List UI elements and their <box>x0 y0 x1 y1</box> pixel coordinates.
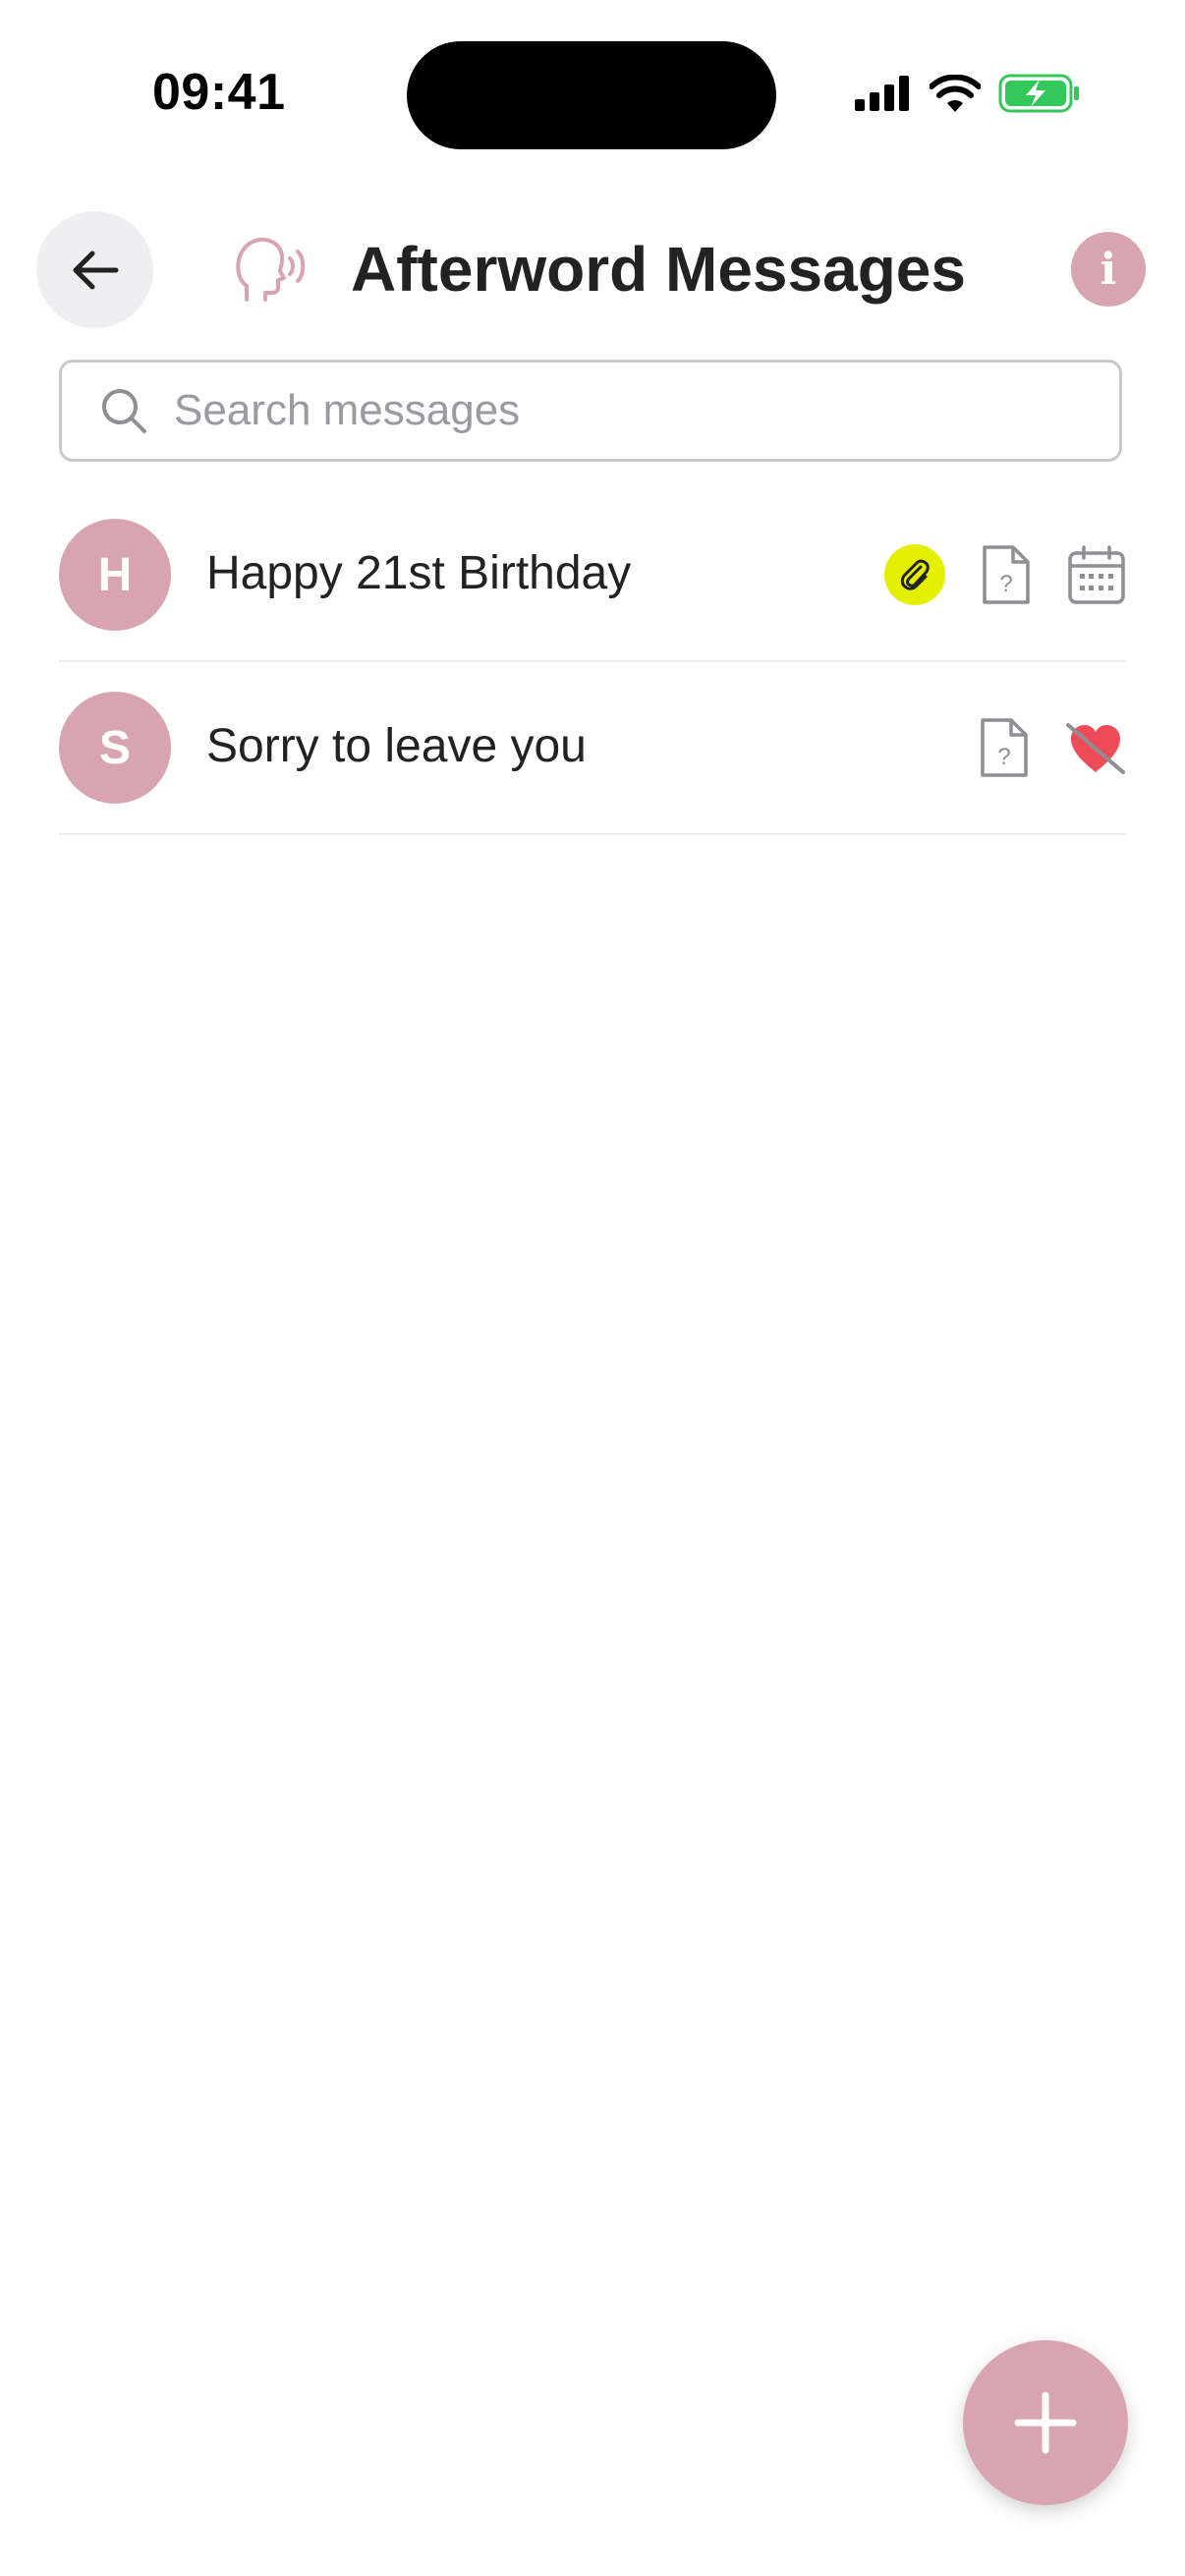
message-list: H Happy 21st Birthday ? S Sorry to leave… <box>59 489 1126 835</box>
list-item-happy-21st-birthday[interactable]: H Happy 21st Birthday ? <box>59 489 1126 662</box>
info-icon: i <box>1100 244 1117 295</box>
search-input[interactable] <box>172 385 1060 436</box>
calendar-icon <box>1068 545 1125 604</box>
battery-charging-icon <box>998 74 1079 113</box>
status-time: 09:41 <box>152 64 286 121</box>
avatar: H <box>59 519 171 631</box>
page-title: Afterword Messages <box>351 234 966 305</box>
arrow-left-icon <box>73 251 118 289</box>
svg-text:?: ? <box>999 571 1012 597</box>
back-button[interactable] <box>36 211 153 328</box>
avatar-initial: S <box>98 721 131 774</box>
message-title: Happy 21st Birthday <box>206 547 632 599</box>
signal-icon <box>855 76 909 111</box>
search-box[interactable] <box>59 360 1122 462</box>
avatar: S <box>59 692 171 804</box>
dynamic-island <box>407 41 776 149</box>
heart-crossed-icon <box>1066 723 1125 774</box>
add-message-button[interactable] <box>963 2340 1128 2505</box>
unknown-document-icon: ? <box>981 718 1028 777</box>
wifi-icon <box>930 75 981 112</box>
header: Afterword Messages i <box>0 211 1185 329</box>
speaking-head-icon <box>236 237 306 302</box>
svg-text:?: ? <box>997 744 1010 770</box>
message-status-icons: ? <box>884 538 1126 611</box>
status-bar: 09:41 <box>0 0 1185 187</box>
message-title: Sorry to leave you <box>206 720 587 772</box>
plus-icon <box>1014 2391 1077 2454</box>
avatar-initial: H <box>97 548 133 601</box>
list-item-sorry-to-leave-you[interactable]: S Sorry to leave you ? <box>59 662 1126 835</box>
info-button[interactable]: i <box>1071 232 1146 307</box>
search-icon <box>102 389 146 433</box>
paperclip-icon <box>884 544 945 605</box>
status-icons <box>855 69 1081 118</box>
unknown-document-icon: ? <box>983 545 1030 604</box>
message-status-icons: ? <box>979 711 1126 784</box>
